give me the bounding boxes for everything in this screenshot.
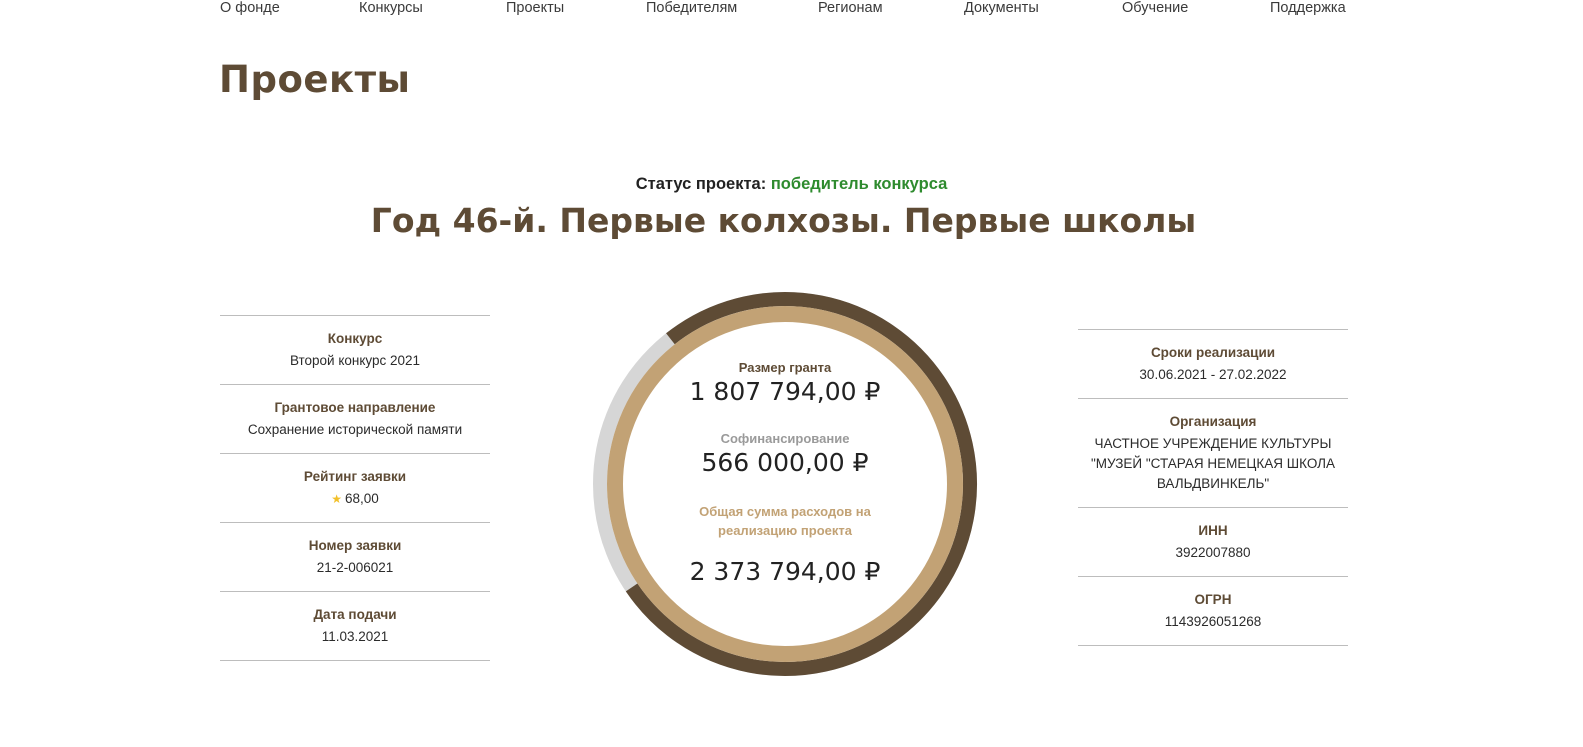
status-label: Статус проекта: bbox=[635, 175, 767, 193]
nav-item-contests[interactable]: Конкурсы bbox=[359, 0, 423, 16]
cofinancing-label: Софинансирование bbox=[720, 431, 850, 446]
info-contest: Конкурс Второй конкурс 2021 bbox=[220, 315, 490, 384]
info-direction: Грантовое направление Сохранение историч… bbox=[220, 384, 490, 453]
top-nav: О фонде Конкурсы Проекты Победителям Рег… bbox=[220, 0, 1350, 20]
page-title: Проекты bbox=[219, 58, 411, 101]
nav-item-documents[interactable]: Документы bbox=[964, 0, 1039, 16]
info-label: Конкурс bbox=[327, 331, 383, 346]
info-submission-date: Дата подачи 11.03.2021 bbox=[220, 591, 490, 661]
info-label: Рейтинг заявки bbox=[303, 469, 407, 484]
info-value: 21-2-006021 bbox=[316, 560, 394, 575]
cofinancing-value: 566 000,00 ₽ bbox=[701, 448, 869, 477]
info-period: Сроки реализации 30.06.2021 - 27.02.2022 bbox=[1078, 329, 1348, 398]
info-value: 30.06.2021 - 27.02.2022 bbox=[1139, 367, 1287, 382]
grant-label: Размер гранта bbox=[738, 360, 832, 375]
info-value-wrap: ★ 68,00 bbox=[220, 489, 490, 509]
info-application-number: Номер заявки 21-2-006021 bbox=[220, 522, 490, 591]
total-label: Общая сумма расходов на реализацию проек… bbox=[699, 504, 871, 538]
info-rating: Рейтинг заявки ★ 68,00 bbox=[220, 453, 490, 522]
total-value: 2 373 794,00 ₽ bbox=[689, 557, 881, 586]
project-title: Год 46-й. Первые колхозы. Первые школы bbox=[370, 201, 1197, 240]
info-inn: ИНН 3922007880 bbox=[1078, 507, 1348, 576]
nav-item-projects[interactable]: Проекты bbox=[506, 0, 564, 16]
info-ogrn: ОГРН 1143926051268 bbox=[1078, 576, 1348, 646]
info-value: ЧАСТНОЕ УЧРЕЖДЕНИЕ КУЛЬТУРЫ "МУЗЕЙ "СТАР… bbox=[1090, 436, 1336, 491]
grant-value: 1 807 794,00 ₽ bbox=[689, 377, 881, 406]
info-label: Номер заявки bbox=[308, 538, 402, 553]
nav-item-support[interactable]: Поддержка bbox=[1270, 0, 1346, 16]
status-value: победитель конкурса bbox=[770, 175, 948, 193]
info-value: Сохранение исторической памяти bbox=[247, 422, 463, 437]
project-info-left: Конкурс Второй конкурс 2021 Грантовое на… bbox=[220, 315, 490, 661]
nav-item-regions[interactable]: Регионам bbox=[818, 0, 883, 16]
star-icon: ★ bbox=[331, 492, 342, 506]
info-value: 1143926051268 bbox=[1164, 614, 1262, 629]
nav-item-winners[interactable]: Победителям bbox=[646, 0, 737, 16]
project-status: Статус проекта: победитель конкурса bbox=[0, 175, 1583, 194]
nav-item-about[interactable]: О фонде bbox=[220, 0, 280, 16]
project-info-right: Сроки реализации 30.06.2021 - 27.02.2022… bbox=[1078, 329, 1348, 646]
info-label: Грантовое направление bbox=[274, 400, 436, 415]
finance-donut: Размер гранта 1 807 794,00 ₽ Софинансиро… bbox=[590, 289, 980, 679]
donut-center: Размер гранта 1 807 794,00 ₽ Софинансиро… bbox=[590, 289, 980, 679]
info-organization: Организация ЧАСТНОЕ УЧРЕЖДЕНИЕ КУЛЬТУРЫ … bbox=[1078, 398, 1348, 507]
info-label: ОГРН bbox=[1194, 592, 1232, 607]
info-label: ИНН bbox=[1198, 523, 1228, 538]
info-value: 11.03.2021 bbox=[321, 629, 389, 644]
info-label: Сроки реализации bbox=[1150, 345, 1276, 360]
info-label: Организация bbox=[1169, 414, 1257, 429]
info-value: 3922007880 bbox=[1175, 545, 1251, 560]
rating-value: 68,00 bbox=[344, 491, 379, 506]
info-value: Второй конкурс 2021 bbox=[289, 353, 421, 368]
nav-item-training[interactable]: Обучение bbox=[1122, 0, 1188, 16]
info-label: Дата подачи bbox=[313, 607, 397, 622]
